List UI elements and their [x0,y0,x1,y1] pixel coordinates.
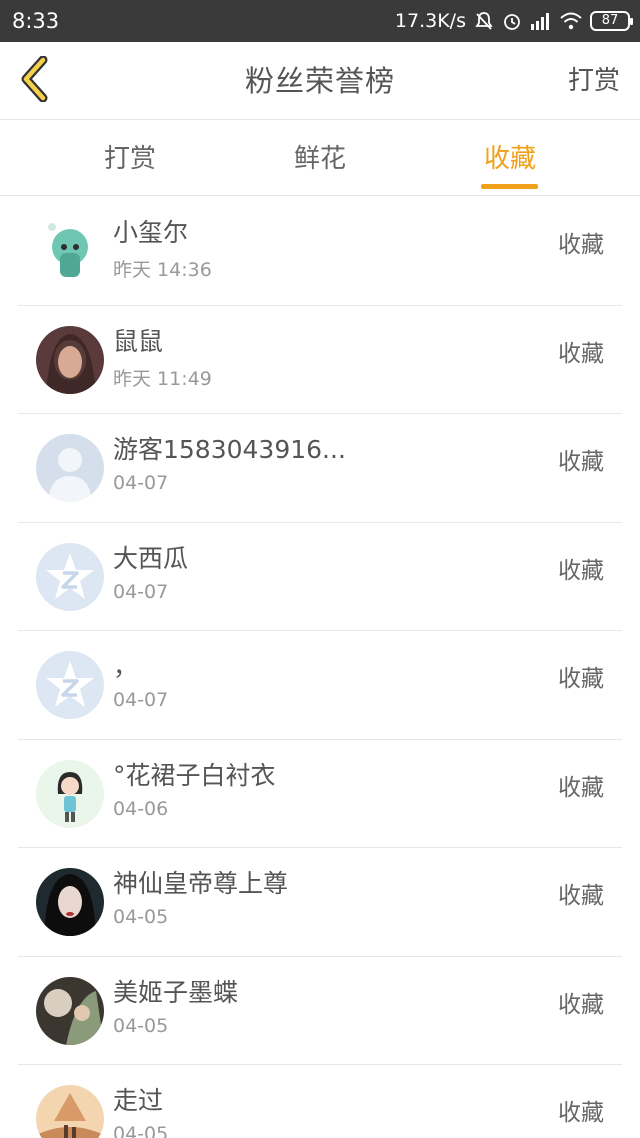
default-user-avatar [36,434,104,502]
tab-bar: 打赏 鲜花 收藏 [0,121,640,196]
fan-action: 收藏 [558,991,604,1018]
fan-name: 游客1583043916... [113,435,346,464]
cartoon-girl-avatar [36,759,104,828]
fan-action: 收藏 [558,232,604,258]
fan-time: 04-05 [113,1014,169,1037]
list-item[interactable]: 鼠鼠 昨天 11:49 收藏 [18,306,622,414]
net-speed: 17.3K/s [394,10,466,32]
fan-list: 小玺尔 昨天 14:36 收藏 鼠鼠 昨天 11:49 收藏 游客1583043… [0,197,640,1138]
fan-time: 04-07 [113,472,169,494]
fan-action: 收藏 [558,883,604,909]
list-item[interactable]: 走过 04-05 收藏 [18,1065,622,1138]
illustration-avatar [36,976,104,1045]
qq-star-avatar [36,651,104,719]
fan-name: 小玺尔 [113,218,189,247]
list-item[interactable]: 游客1583043916... 04-07 收藏 [18,414,622,523]
wifi-icon [560,12,582,30]
fan-time: 04-07 [113,580,169,603]
fan-name: ， [113,652,139,681]
list-item[interactable]: 大西瓜 04-07 收藏 [18,523,622,631]
list-item[interactable]: 小玺尔 昨天 14:36 收藏 [18,197,622,306]
fan-time: 04-05 [113,1123,169,1138]
signal-icon [530,12,552,30]
avatar [36,325,104,394]
fan-time: 昨天 14:36 [113,259,212,281]
qq-star-avatar [36,542,104,611]
fan-name: 美姬子墨蝶 [113,977,239,1007]
illustration-avatar [36,1085,104,1138]
avatar [36,217,104,285]
status-time: 8:33 [12,9,60,33]
fan-name: °花裙子白衬衣 [113,760,276,790]
fan-name: 大西瓜 [113,543,189,573]
list-item[interactable]: 神仙皇帝尊上尊 04-05 收藏 [18,848,622,957]
fan-action: 收藏 [558,666,604,692]
fan-action: 收藏 [558,557,604,584]
status-icons: 17.3K/s 87 [394,8,633,34]
fan-time: 04-06 [113,797,169,820]
fan-time: 04-05 [113,906,169,928]
page-title: 粉丝荣誉榜 [244,64,395,98]
list-item[interactable]: °花裙子白衬衣 04-06 收藏 [18,740,622,848]
fan-action: 收藏 [558,774,604,801]
avatar [36,868,104,936]
fan-name: 走过 [113,1086,164,1115]
fan-action: 收藏 [558,340,604,367]
list-item[interactable]: ， 04-07 收藏 [18,631,622,740]
reward-button[interactable]: 打赏 [568,42,620,120]
fan-name: 鼠鼠 [113,326,164,356]
fan-name: 神仙皇帝尊上尊 [113,869,289,898]
fan-time: 昨天 11:49 [113,367,212,390]
battery-icon: 87 [590,11,633,31]
fan-time: 04-07 [113,689,169,711]
title-bar: 粉丝荣誉榜 打赏 [0,42,640,120]
status-bar: 8:33 17.3K/s 87 [0,0,640,42]
tab-flowers[interactable]: 鲜花 [260,121,380,196]
fan-action: 收藏 [558,449,604,475]
tab-reward[interactable]: 打赏 [70,121,190,196]
fan-action: 收藏 [558,1100,604,1126]
list-item[interactable]: 美姬子墨蝶 04-05 收藏 [18,957,622,1065]
tab-active-indicator [481,184,538,189]
mute-bell-icon [474,11,494,31]
alarm-icon [502,11,522,31]
